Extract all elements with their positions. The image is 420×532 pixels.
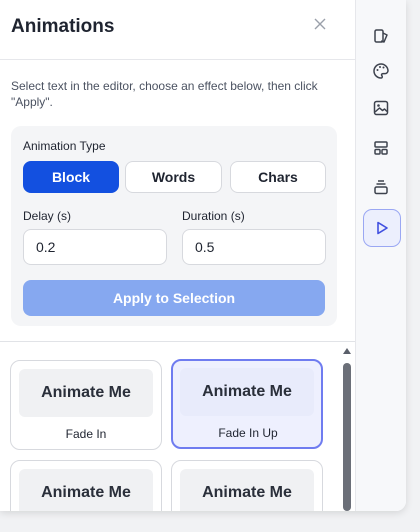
effect-tile-fade-in[interactable]: Animate Me Fade In	[10, 360, 162, 450]
type-block-button[interactable]: Block	[23, 161, 119, 193]
effect-preview: Animate Me	[19, 369, 153, 417]
effects-grid: Animate Me Fade In Animate Me Fade In Up…	[0, 342, 340, 511]
apply-to-selection-button[interactable]: Apply to Selection	[23, 280, 325, 316]
effect-tile[interactable]: Animate Me	[10, 460, 162, 511]
settings-card: Animation Type Block Words Chars Delay (…	[11, 126, 337, 326]
right-sidebar	[355, 0, 406, 511]
type-words-button[interactable]: Words	[125, 161, 222, 193]
panel-header: Animations	[0, 0, 355, 60]
layers-icon[interactable]	[364, 19, 398, 53]
effect-name: Fade In	[65, 427, 107, 441]
help-text: Select text in the editor, choose an eff…	[11, 79, 318, 109]
app-window: Animations Select text in the editor, ch…	[0, 0, 406, 511]
delay-label: Delay (s)	[23, 209, 72, 223]
effect-name: Fade In Up	[218, 426, 278, 440]
duration-label: Duration (s)	[182, 209, 245, 223]
animations-panel: Animations Select text in the editor, ch…	[0, 0, 355, 511]
animation-type-label: Animation Type	[23, 139, 106, 153]
stack-icon[interactable]	[364, 170, 398, 204]
duration-input[interactable]: 0.5	[182, 229, 326, 265]
image-icon[interactable]	[364, 91, 398, 125]
effect-tile[interactable]: Animate Me	[171, 460, 323, 511]
effect-tile-fade-in-up[interactable]: Animate Me Fade In Up	[171, 359, 323, 449]
panel-title: Animations	[11, 16, 115, 37]
type-chars-button[interactable]: Chars	[230, 161, 326, 193]
layout-icon[interactable]	[364, 131, 398, 165]
palette-icon[interactable]	[364, 54, 398, 88]
effect-preview: Animate Me	[19, 469, 153, 511]
scrollbar-thumb[interactable]	[343, 363, 351, 511]
scroll-up-arrow-icon[interactable]	[343, 348, 351, 354]
effect-preview: Animate Me	[180, 368, 314, 416]
close-icon[interactable]	[312, 14, 328, 34]
play-icon[interactable]	[363, 209, 401, 247]
delay-input[interactable]: 0.2	[23, 229, 167, 265]
effect-preview: Animate Me	[180, 469, 314, 511]
